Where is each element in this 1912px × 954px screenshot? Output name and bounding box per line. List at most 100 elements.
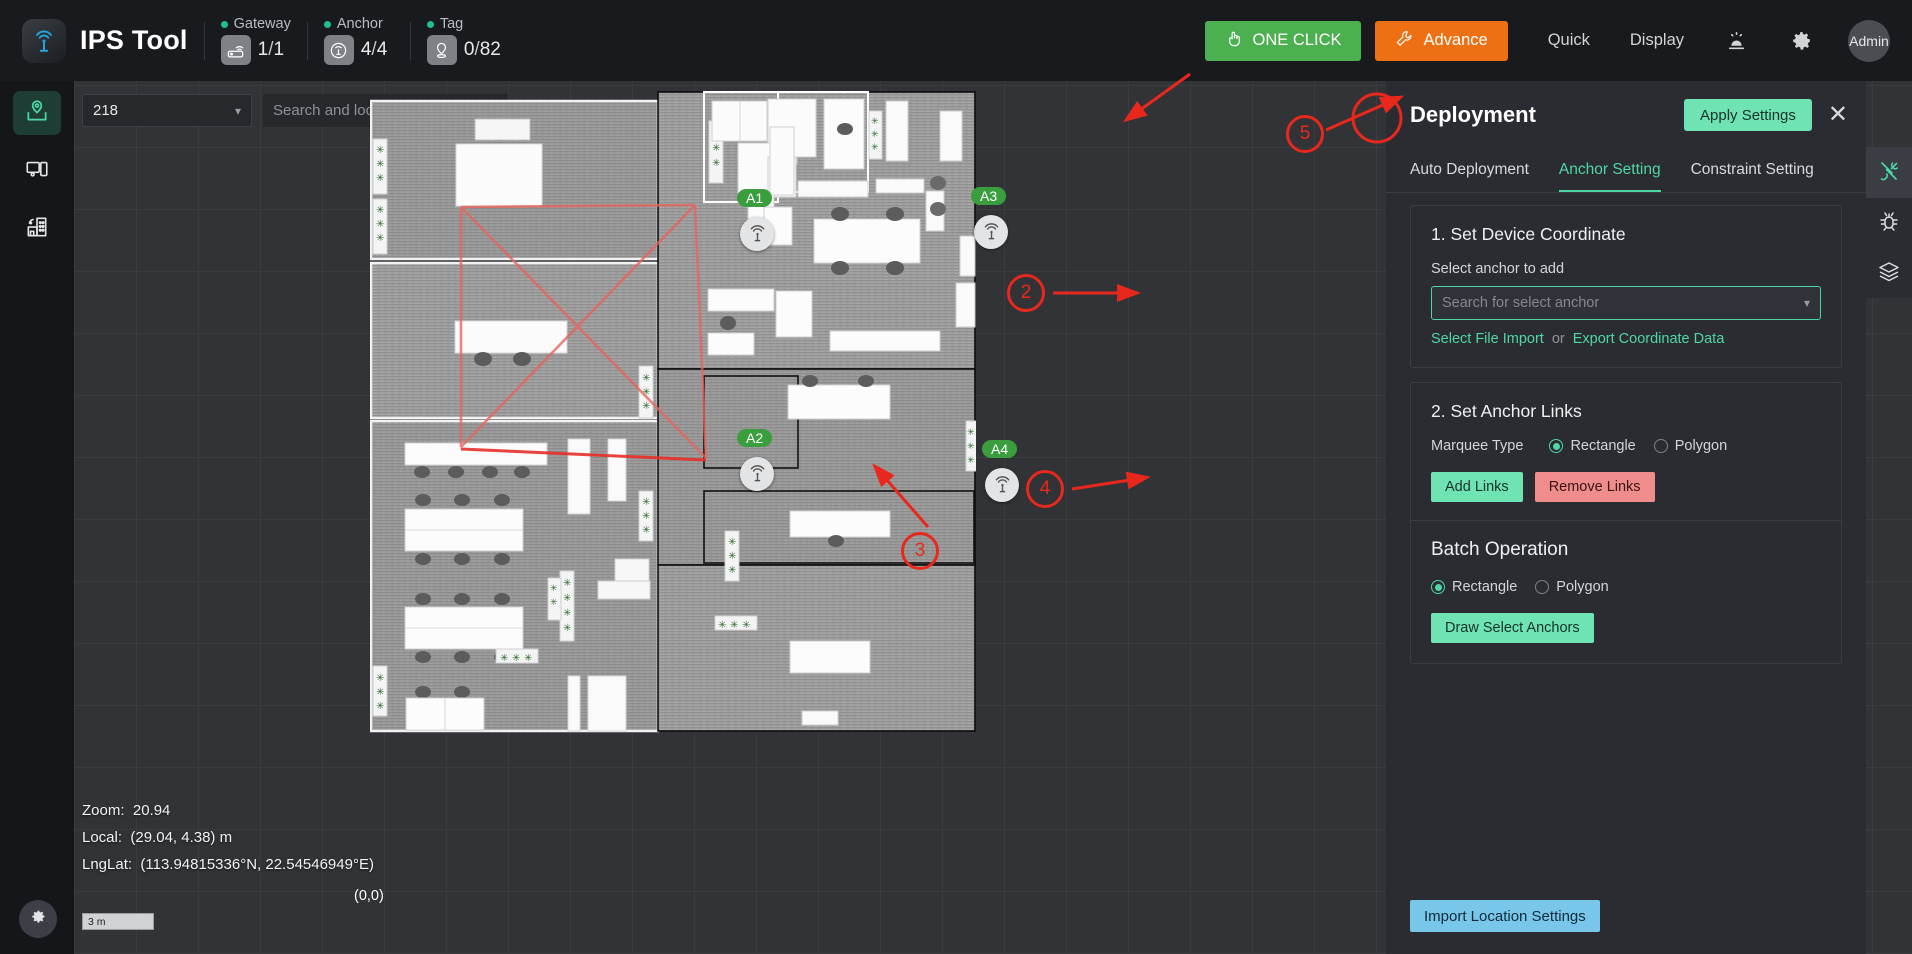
deployment-panel: Deployment Apply Settings ✕ Auto Deploym… bbox=[1386, 81, 1866, 954]
chevron-down-icon: ▾ bbox=[234, 103, 241, 118]
annotation-circle-4: 4 bbox=[1026, 470, 1064, 508]
panel-header: Deployment Apply Settings ✕ bbox=[1386, 81, 1866, 149]
gear-icon[interactable] bbox=[1789, 28, 1814, 53]
map-pin-icon bbox=[24, 98, 50, 129]
stat-value-tag: 0/82 bbox=[463, 39, 501, 60]
svg-text:✳: ✳ bbox=[512, 653, 520, 664]
stat-value-anchor: 4/4 bbox=[360, 39, 388, 60]
radio-label: Rectangle bbox=[1452, 579, 1518, 595]
floor-plan-svg: ✳✳✳ ✳✳✳ ✳✳✳ ✳✳✳ ✳✳✳✳ ✳✳ ✳ ✳ ✳ ✳✳✳ ✳✳ ✳✳✳… bbox=[370, 91, 976, 733]
batch-title: Batch Operation bbox=[1431, 539, 1569, 560]
anchor-select[interactable]: ▾ bbox=[1431, 286, 1821, 320]
svg-text:✳: ✳ bbox=[712, 158, 720, 169]
panel-title: Deployment bbox=[1410, 102, 1536, 127]
tool-wrench-button[interactable] bbox=[1866, 148, 1912, 198]
layers-icon bbox=[1877, 259, 1901, 288]
svg-text:✳: ✳ bbox=[563, 623, 571, 634]
panel-footer: Import Location Settings bbox=[1386, 900, 1866, 954]
links-button-row: Add Links Remove Links bbox=[1431, 472, 1821, 502]
svg-text:✳: ✳ bbox=[550, 583, 558, 593]
draw-select-anchors-button[interactable]: Draw Select Anchors bbox=[1431, 613, 1594, 643]
radio-label: Rectangle bbox=[1570, 438, 1636, 454]
stat-label-tag: Tag bbox=[439, 16, 464, 32]
svg-text:✳: ✳ bbox=[376, 673, 384, 684]
one-click-button[interactable]: ONE CLICK bbox=[1204, 20, 1362, 61]
user-avatar[interactable]: Admin bbox=[1848, 19, 1890, 62]
svg-text:✳: ✳ bbox=[376, 219, 384, 230]
stat-tag: Tag 0/82 bbox=[426, 16, 501, 65]
svg-text:✳: ✳ bbox=[376, 173, 384, 184]
section2-title: 2. Set Anchor Links bbox=[1431, 401, 1582, 421]
zoom-readout: Zoom: 20.94 bbox=[82, 802, 171, 819]
display-menu[interactable]: Display bbox=[1630, 31, 1684, 50]
tool-layers-button[interactable] bbox=[1866, 248, 1912, 298]
app-logo bbox=[22, 18, 66, 63]
radio-dot bbox=[1549, 439, 1564, 453]
divider bbox=[306, 21, 308, 60]
chevron-down-icon[interactable]: ▾ bbox=[1804, 296, 1810, 310]
alarm-light-icon[interactable] bbox=[1724, 28, 1749, 53]
apply-settings-button[interactable]: Apply Settings bbox=[1684, 99, 1812, 131]
svg-text:✳: ✳ bbox=[642, 497, 650, 508]
select-file-import-link[interactable]: Select File Import bbox=[1431, 331, 1544, 347]
annotation-circle-5: 5 bbox=[1286, 115, 1324, 153]
origin-label: (0,0) bbox=[354, 888, 384, 904]
import-location-settings-button[interactable]: Import Location Settings bbox=[1410, 900, 1600, 932]
top-bar: IPS Tool Gateway 1/1 Anchor 4/4 Tag 0/82… bbox=[0, 0, 1912, 81]
radio-batch-polygon[interactable]: Polygon bbox=[1535, 579, 1609, 595]
add-links-button[interactable]: Add Links bbox=[1431, 472, 1523, 502]
svg-text:✳: ✳ bbox=[642, 511, 650, 522]
sidebar-item-buildings[interactable] bbox=[13, 207, 61, 251]
annotation-circle-3: 3 bbox=[901, 532, 939, 570]
section1-title: 1. Set Device Coordinate bbox=[1431, 224, 1626, 244]
svg-text:✳: ✳ bbox=[712, 143, 720, 154]
radio-batch-rectangle[interactable]: Rectangle bbox=[1431, 579, 1517, 595]
svg-text:✳: ✳ bbox=[524, 653, 532, 664]
svg-text:✳: ✳ bbox=[728, 551, 736, 562]
tab-anchor-setting[interactable]: Anchor Setting bbox=[1558, 149, 1661, 192]
svg-text:✳: ✳ bbox=[642, 401, 650, 412]
anchor-antenna-icon bbox=[985, 468, 1019, 502]
quick-menu[interactable]: Quick bbox=[1548, 31, 1590, 50]
svg-text:✳: ✳ bbox=[563, 593, 571, 604]
close-icon[interactable]: ✕ bbox=[1828, 103, 1848, 127]
wrench-icon bbox=[1395, 29, 1414, 53]
sidebar-item-location-map[interactable] bbox=[13, 91, 61, 135]
section-set-anchor-links: 2. Set Anchor Links Marquee Type Rectang… bbox=[1410, 382, 1842, 521]
stat-gateway: Gateway 1/1 bbox=[220, 16, 291, 65]
svg-text:✳: ✳ bbox=[500, 653, 508, 664]
export-coordinate-data-link[interactable]: Export Coordinate Data bbox=[1573, 331, 1725, 347]
svg-text:✳: ✳ bbox=[871, 116, 879, 126]
anchor-label-A4: A4 bbox=[982, 440, 1018, 458]
svg-text:✳: ✳ bbox=[642, 525, 650, 536]
anchor-search-input[interactable] bbox=[1442, 295, 1804, 311]
section1-field-label: Select anchor to add bbox=[1431, 261, 1565, 277]
section-batch-operation: Batch Operation Rectangle Polygon Draw S… bbox=[1410, 521, 1842, 664]
anchor-label-A1: A1 bbox=[737, 189, 773, 207]
tool-debug-button[interactable] bbox=[1866, 198, 1912, 248]
section-set-device-coordinate: 1. Set Device Coordinate Select anchor t… bbox=[1410, 205, 1842, 368]
sidebar-settings-button[interactable] bbox=[19, 900, 57, 938]
floor-select-value: 218 bbox=[93, 102, 119, 119]
tab-constraint-setting[interactable]: Constraint Setting bbox=[1691, 149, 1814, 192]
brand: IPS Tool bbox=[22, 18, 188, 63]
tab-auto-deployment[interactable]: Auto Deployment bbox=[1410, 149, 1529, 192]
advance-label: Advance bbox=[1423, 31, 1488, 49]
anchor-label-A2: A2 bbox=[737, 429, 773, 447]
floor-plan[interactable]: ✳ ✳ ✳ ✳ ✳ ✳ ✳ ✳ ✳ ✳ ✳ ✳ ✳ ✳ ✳ ✳ ✳ ✳ ✳ ✳ ✳ ✳ ✳ ✳ bbox=[370, 91, 1019, 741]
annotation-circle-2: 2 bbox=[1007, 274, 1045, 312]
sidebar-item-devices[interactable] bbox=[13, 149, 61, 193]
svg-text:✳: ✳ bbox=[642, 373, 650, 384]
radio-marquee-rectangle[interactable]: Rectangle bbox=[1549, 438, 1636, 454]
stat-label-anchor: Anchor bbox=[336, 16, 383, 32]
remove-links-button[interactable]: Remove Links bbox=[1534, 472, 1655, 502]
advance-button[interactable]: Advance bbox=[1375, 20, 1508, 61]
svg-text:✳: ✳ bbox=[730, 620, 738, 631]
floor-select[interactable]: 218 ▾ bbox=[82, 94, 252, 127]
local-readout: Local: (29.04, 4.38) m bbox=[82, 829, 233, 846]
radio-marquee-polygon[interactable]: Polygon bbox=[1653, 438, 1727, 454]
svg-text:✳: ✳ bbox=[728, 565, 736, 576]
svg-text:✳: ✳ bbox=[871, 129, 879, 139]
status-dot bbox=[220, 20, 228, 28]
svg-text:✳: ✳ bbox=[376, 145, 384, 156]
